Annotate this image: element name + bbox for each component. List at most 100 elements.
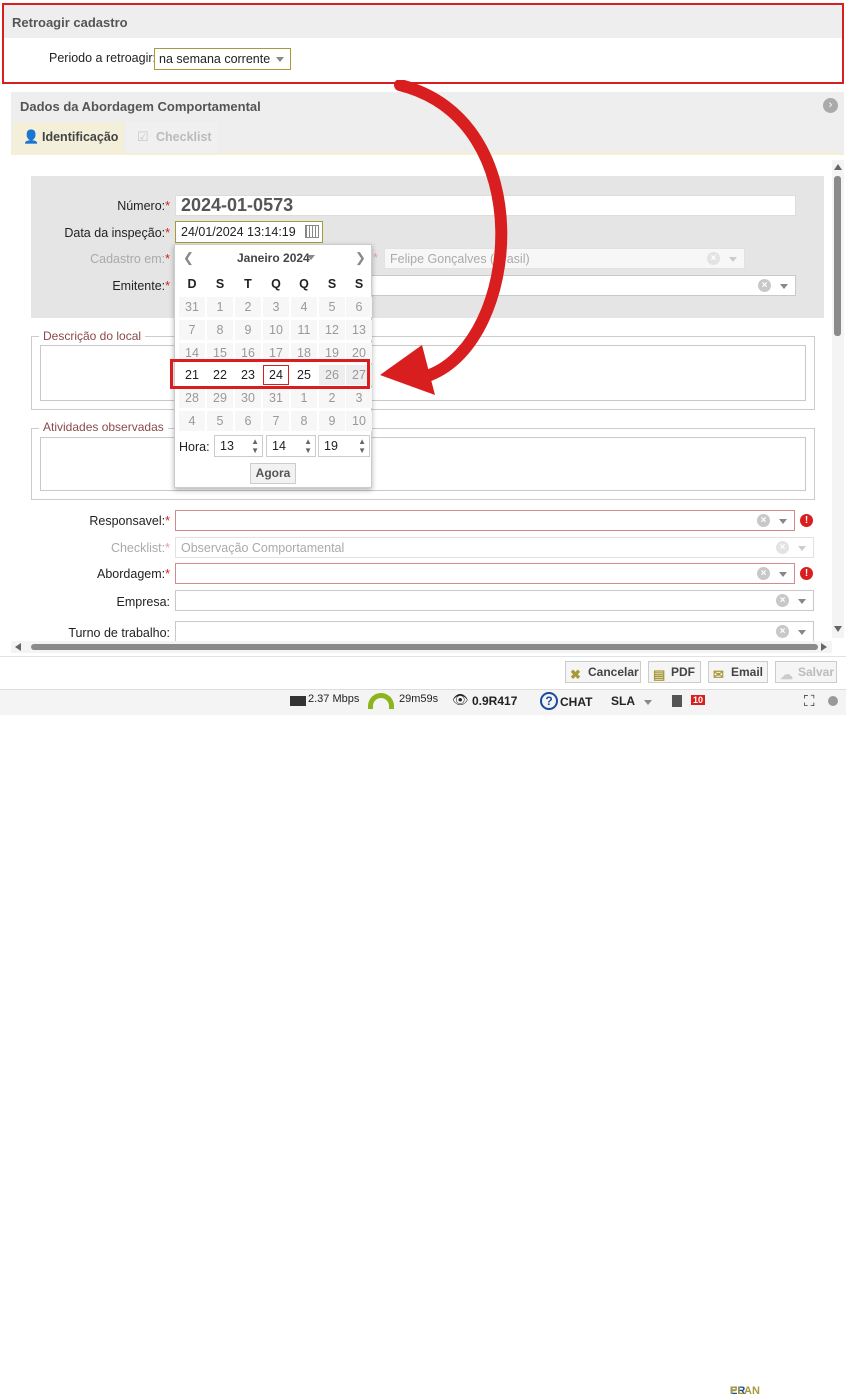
- calendar-day[interactable]: 3: [263, 297, 289, 317]
- spinner-icon[interactable]: ▲ ▼: [358, 437, 366, 455]
- help-icon[interactable]: ?: [540, 692, 558, 710]
- calendar-day[interactable]: 12: [319, 320, 345, 340]
- chevron-down-icon[interactable]: [798, 630, 806, 635]
- calendar-day[interactable]: 5: [319, 297, 345, 317]
- atividades-legend: Atividades observadas: [39, 420, 168, 434]
- calendar-day[interactable]: 4: [291, 297, 317, 317]
- hour-spinner[interactable]: 13 ▲ ▼: [214, 435, 263, 457]
- minute-value: 14: [272, 439, 286, 453]
- second-spinner[interactable]: 19 ▲ ▼: [318, 435, 370, 457]
- chevron-down-icon[interactable]: [798, 599, 806, 604]
- period-select-value: na semana corrente: [159, 52, 271, 66]
- calendar-day[interactable]: 13: [346, 320, 372, 340]
- period-label: Periodo a retroagir:: [49, 51, 157, 65]
- calendar-day[interactable]: 2: [235, 297, 261, 317]
- clear-icon[interactable]: ×: [776, 625, 789, 638]
- cadastro-label: Cadastro em:*: [90, 252, 170, 266]
- clear-icon: ×: [707, 252, 720, 265]
- abordagem-field[interactable]: ×: [175, 563, 795, 584]
- scroll-left-icon[interactable]: [15, 643, 21, 651]
- calendar-day[interactable]: 2: [319, 388, 345, 408]
- calendar-day[interactable]: 1: [291, 388, 317, 408]
- close-icon: ✖: [570, 667, 581, 682]
- sla-dropdown-icon[interactable]: [644, 700, 652, 705]
- clear-icon[interactable]: ×: [757, 514, 770, 527]
- scroll-thumb[interactable]: [834, 176, 841, 336]
- calendar-day[interactable]: 8: [207, 320, 233, 340]
- calendar-day[interactable]: 10: [346, 411, 372, 431]
- fullscreen-icon[interactable]: ⛶: [804, 693, 815, 710]
- second-value: 19: [324, 439, 338, 453]
- calendar-day[interactable]: 8: [291, 411, 317, 431]
- email-button[interactable]: ✉ Email: [708, 661, 768, 683]
- tab-checklist[interactable]: ☑ Checklist: [126, 122, 218, 153]
- user-icon: 👤: [23, 129, 40, 144]
- turno-field[interactable]: ×: [175, 621, 814, 642]
- timer-text: 29m59s: [399, 693, 439, 705]
- period-select[interactable]: na semana corrente: [154, 48, 291, 70]
- calendar-day[interactable]: 7: [179, 320, 205, 340]
- cloud-upload-icon: ☁: [780, 667, 793, 682]
- sla-link[interactable]: SLA: [611, 694, 635, 708]
- chevron-down-icon[interactable]: [780, 284, 788, 289]
- atividades-textarea[interactable]: [40, 437, 806, 491]
- weekday-header: Q: [271, 277, 281, 291]
- chevron-down-icon: [276, 57, 284, 62]
- vertical-scrollbar[interactable]: [832, 160, 844, 638]
- calendar-day[interactable]: 29: [207, 388, 233, 408]
- calendar-day[interactable]: 31: [179, 297, 205, 317]
- clear-icon[interactable]: ×: [776, 594, 789, 607]
- calendar-day[interactable]: 7: [263, 411, 289, 431]
- calendar-day[interactable]: 1: [207, 297, 233, 317]
- hour-label: Hora:: [179, 440, 210, 454]
- save-button[interactable]: ☁ Salvar: [775, 661, 837, 683]
- tab-identificacao[interactable]: 👤 Identificação: [12, 122, 124, 153]
- status-circle-icon[interactable]: [828, 696, 838, 706]
- responsavel-field[interactable]: ×: [175, 510, 795, 531]
- notification-badge[interactable]: 10: [691, 695, 706, 705]
- chat-link[interactable]: CHAT: [560, 695, 592, 709]
- weekday-header: Q: [299, 277, 309, 291]
- horizontal-scrollbar[interactable]: [11, 641, 832, 653]
- arrow-curve: [394, 80, 508, 381]
- calendar-day[interactable]: 30: [235, 388, 261, 408]
- chevron-down-icon[interactable]: [779, 572, 787, 577]
- calendar-day[interactable]: 4: [179, 411, 205, 431]
- week-highlight: [170, 359, 370, 389]
- expand-icon[interactable]: ›: [823, 98, 838, 113]
- cancel-button[interactable]: ✖ Cancelar: [565, 661, 641, 683]
- retroagir-header: [4, 5, 842, 38]
- calendar-day[interactable]: 11: [291, 320, 317, 340]
- hour-value: 13: [220, 439, 234, 453]
- spinner-icon[interactable]: ▲ ▼: [251, 437, 259, 455]
- calendar-day[interactable]: 5: [207, 411, 233, 431]
- panel-title: Dados da Abordagem Comportamental: [20, 99, 261, 114]
- checklist-value: Observação Comportamental: [181, 541, 345, 555]
- data-inspecao-input[interactable]: 24/01/2024 13:14:19: [175, 221, 323, 243]
- calendar-day[interactable]: 6: [346, 297, 372, 317]
- clear-icon[interactable]: ×: [757, 567, 770, 580]
- retroagir-title: Retroagir cadastro: [12, 15, 128, 30]
- scroll-right-icon[interactable]: [821, 643, 827, 651]
- pdf-button[interactable]: ▤ PDF: [648, 661, 701, 683]
- scroll-up-icon[interactable]: [834, 164, 842, 170]
- calendar-day[interactable]: 9: [235, 320, 261, 340]
- empresa-field[interactable]: ×: [175, 590, 814, 611]
- calendar-icon[interactable]: [305, 225, 319, 238]
- scroll-thumb-h[interactable]: [31, 644, 818, 650]
- scroll-down-icon[interactable]: [834, 626, 842, 632]
- spinner-icon[interactable]: ▲ ▼: [304, 437, 312, 455]
- clear-icon[interactable]: ×: [758, 279, 771, 292]
- calendar-day[interactable]: 31: [263, 388, 289, 408]
- calendar-day[interactable]: 6: [235, 411, 261, 431]
- calendar-day[interactable]: 9: [319, 411, 345, 431]
- weekday-header: S: [327, 277, 337, 291]
- responsavel-label: Responsavel:*: [89, 514, 170, 528]
- now-button[interactable]: Agora: [250, 463, 296, 484]
- chevron-down-icon[interactable]: [779, 519, 787, 524]
- calendar-day[interactable]: 10: [263, 320, 289, 340]
- minute-spinner[interactable]: 14 ▲ ▼: [266, 435, 316, 457]
- calendar-day[interactable]: 28: [179, 388, 205, 408]
- calendar-day[interactable]: 3: [346, 388, 372, 408]
- document-icon[interactable]: [672, 695, 682, 707]
